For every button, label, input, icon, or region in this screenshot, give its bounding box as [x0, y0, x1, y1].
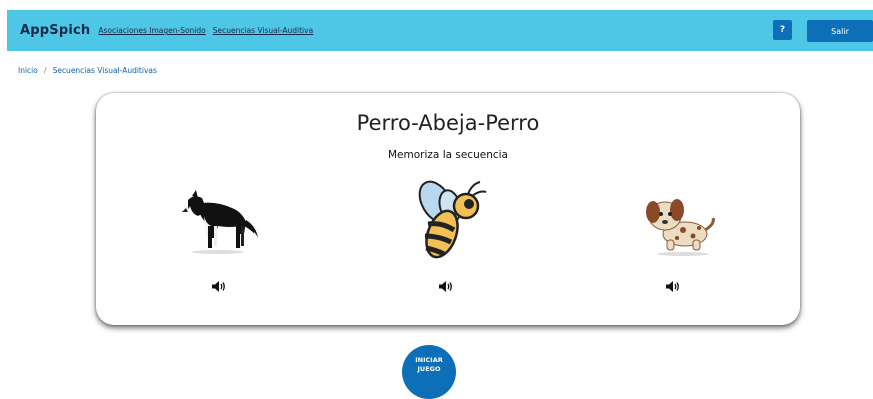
brand-logo[interactable]: AppSpich	[20, 23, 90, 38]
nav-link-secuencias[interactable]: Secuencias Visual-Auditiva	[213, 26, 313, 35]
help-button[interactable]: ?	[773, 20, 792, 40]
bee-image	[396, 171, 506, 271]
nav-link-asociaciones[interactable]: Asociaciones Imagen-Sonido	[98, 26, 205, 35]
sequence-title: Perro-Abeja-Perro	[356, 111, 540, 135]
breadcrumb-separator: /	[43, 66, 47, 75]
breadcrumb-current: Secuencias Visual-Auditivas	[52, 66, 157, 75]
breadcrumb-home[interactable]: Inicio	[18, 66, 38, 75]
spotted-puppy-image	[624, 175, 734, 275]
speaker-icon[interactable]	[666, 281, 680, 295]
top-navbar: AppSpich Asociaciones Imagen-Sonido Secu…	[7, 10, 873, 51]
breadcrumb: Inicio / Secuencias Visual-Auditivas	[18, 66, 157, 75]
start-game-label-line1: INICIAR	[415, 356, 443, 364]
start-game-label-line2: JUEGO	[417, 365, 441, 373]
dog-border-collie-image	[164, 171, 274, 271]
sequence-card: Perro-Abeja-Perro Memoriza la secuencia	[96, 93, 800, 325]
speaker-icon[interactable]	[439, 281, 453, 295]
sequence-instruction: Memoriza la secuencia	[388, 149, 508, 161]
start-game-button[interactable]: INICIAR JUEGO	[402, 345, 456, 399]
logout-button[interactable]: Salir	[807, 20, 873, 42]
speaker-icon[interactable]	[212, 281, 226, 295]
